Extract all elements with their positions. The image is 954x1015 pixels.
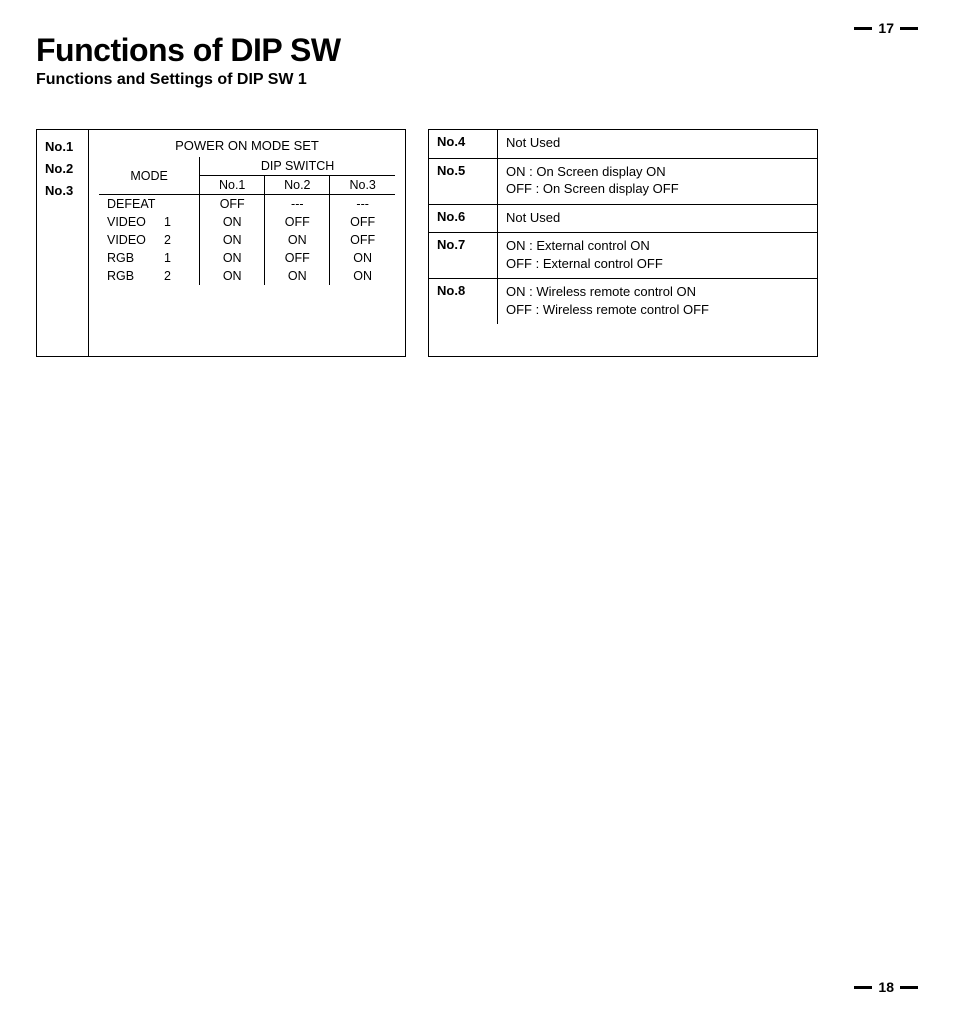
right-row: No.7 ON : External control ON OFF : Exte…	[429, 233, 817, 279]
page-subtitle: Functions and Settings of DIP SW 1	[36, 71, 918, 89]
table-row: RGB2 ON ON ON	[99, 267, 395, 285]
mode-name: DEFEAT	[107, 197, 157, 211]
mode-num: 1	[157, 215, 171, 229]
right-desc: Not Used	[498, 204, 818, 233]
cell: OFF	[330, 213, 395, 231]
mode-name: RGB	[107, 269, 157, 283]
left-num-2: No.2	[45, 158, 82, 180]
page-number-top-value: 17	[878, 20, 894, 36]
dip-header: DIP SWITCH	[200, 157, 395, 176]
right-row: No.8 ON : Wireless remote control ON OFF…	[429, 279, 817, 325]
right-row: No.6 Not Used	[429, 204, 817, 233]
right-row: No.4 Not Used	[429, 130, 817, 158]
right-desc: Not Used	[498, 130, 818, 158]
right-row: No.5 ON : On Screen display ON OFF : On …	[429, 158, 817, 204]
col-header-1: No.1	[200, 176, 265, 195]
left-num-1: No.1	[45, 136, 82, 158]
cell: ---	[330, 195, 395, 214]
cell: OFF	[265, 249, 330, 267]
right-label: No.7	[429, 233, 498, 279]
mode-table: MODE DIP SWITCH No.1 No.2 No.3 DEFEAT OF…	[99, 157, 395, 285]
right-desc: ON : On Screen display ON OFF : On Scree…	[498, 158, 818, 204]
right-label: No.6	[429, 204, 498, 233]
content-row: No.1 No.2 No.3 POWER ON MODE SET MODE DI…	[36, 129, 918, 357]
right-line: ON : On Screen display ON	[506, 163, 809, 181]
left-body: POWER ON MODE SET MODE DIP SWITCH No.1	[89, 130, 405, 356]
right-line: ON : Wireless remote control ON	[506, 283, 809, 301]
page-document: 17 Functions of DIP SW Functions and Set…	[0, 0, 954, 1015]
right-desc: ON : External control ON OFF : External …	[498, 233, 818, 279]
mode-name: RGB	[107, 251, 157, 265]
page-number-top: 17	[854, 20, 918, 36]
cell: OFF	[200, 195, 265, 214]
mode-header: MODE	[99, 157, 200, 195]
cell: OFF	[265, 213, 330, 231]
col-header-3: No.3	[330, 176, 395, 195]
cell: ON	[200, 249, 265, 267]
page-number-bottom: 18	[854, 979, 918, 995]
right-line: Not Used	[506, 209, 809, 227]
page-title: Functions of DIP SW	[36, 32, 918, 69]
table-row: VIDEO1 ON OFF OFF	[99, 213, 395, 231]
right-line: OFF : External control OFF	[506, 255, 809, 273]
cell: ---	[265, 195, 330, 214]
dash-icon	[854, 27, 872, 30]
table-row: VIDEO2 ON ON OFF	[99, 231, 395, 249]
dash-icon	[900, 27, 918, 30]
right-line: ON : External control ON	[506, 237, 809, 255]
cell: ON	[200, 213, 265, 231]
mode-name: VIDEO	[107, 215, 157, 229]
right-label: No.8	[429, 279, 498, 325]
right-label: No.4	[429, 130, 498, 158]
right-label: No.5	[429, 158, 498, 204]
right-line: OFF : On Screen display OFF	[506, 180, 809, 198]
col-header-2: No.2	[265, 176, 330, 195]
right-table: No.4 Not Used No.5 ON : On Screen displa…	[429, 130, 817, 324]
right-desc: ON : Wireless remote control ON OFF : Wi…	[498, 279, 818, 325]
mode-name: VIDEO	[107, 233, 157, 247]
dash-icon	[854, 986, 872, 989]
right-panel: No.4 Not Used No.5 ON : On Screen displa…	[428, 129, 818, 357]
right-line: OFF : Wireless remote control OFF	[506, 301, 809, 319]
left-caption: POWER ON MODE SET	[99, 138, 395, 153]
cell: ON	[265, 231, 330, 249]
table-row: RGB1 ON OFF ON	[99, 249, 395, 267]
mode-num: 1	[157, 251, 171, 265]
page-number-bottom-value: 18	[878, 979, 894, 995]
cell: ON	[330, 249, 395, 267]
mode-num: 2	[157, 269, 171, 283]
left-num-column: No.1 No.2 No.3	[37, 130, 89, 356]
cell: ON	[200, 267, 265, 285]
dash-icon	[900, 986, 918, 989]
cell: ON	[200, 231, 265, 249]
table-row: DEFEAT OFF --- ---	[99, 195, 395, 214]
right-line: Not Used	[506, 134, 809, 152]
cell: OFF	[330, 231, 395, 249]
cell: ON	[265, 267, 330, 285]
left-num-3: No.3	[45, 180, 82, 202]
left-panel: No.1 No.2 No.3 POWER ON MODE SET MODE DI…	[36, 129, 406, 357]
cell: ON	[330, 267, 395, 285]
mode-num: 2	[157, 233, 171, 247]
